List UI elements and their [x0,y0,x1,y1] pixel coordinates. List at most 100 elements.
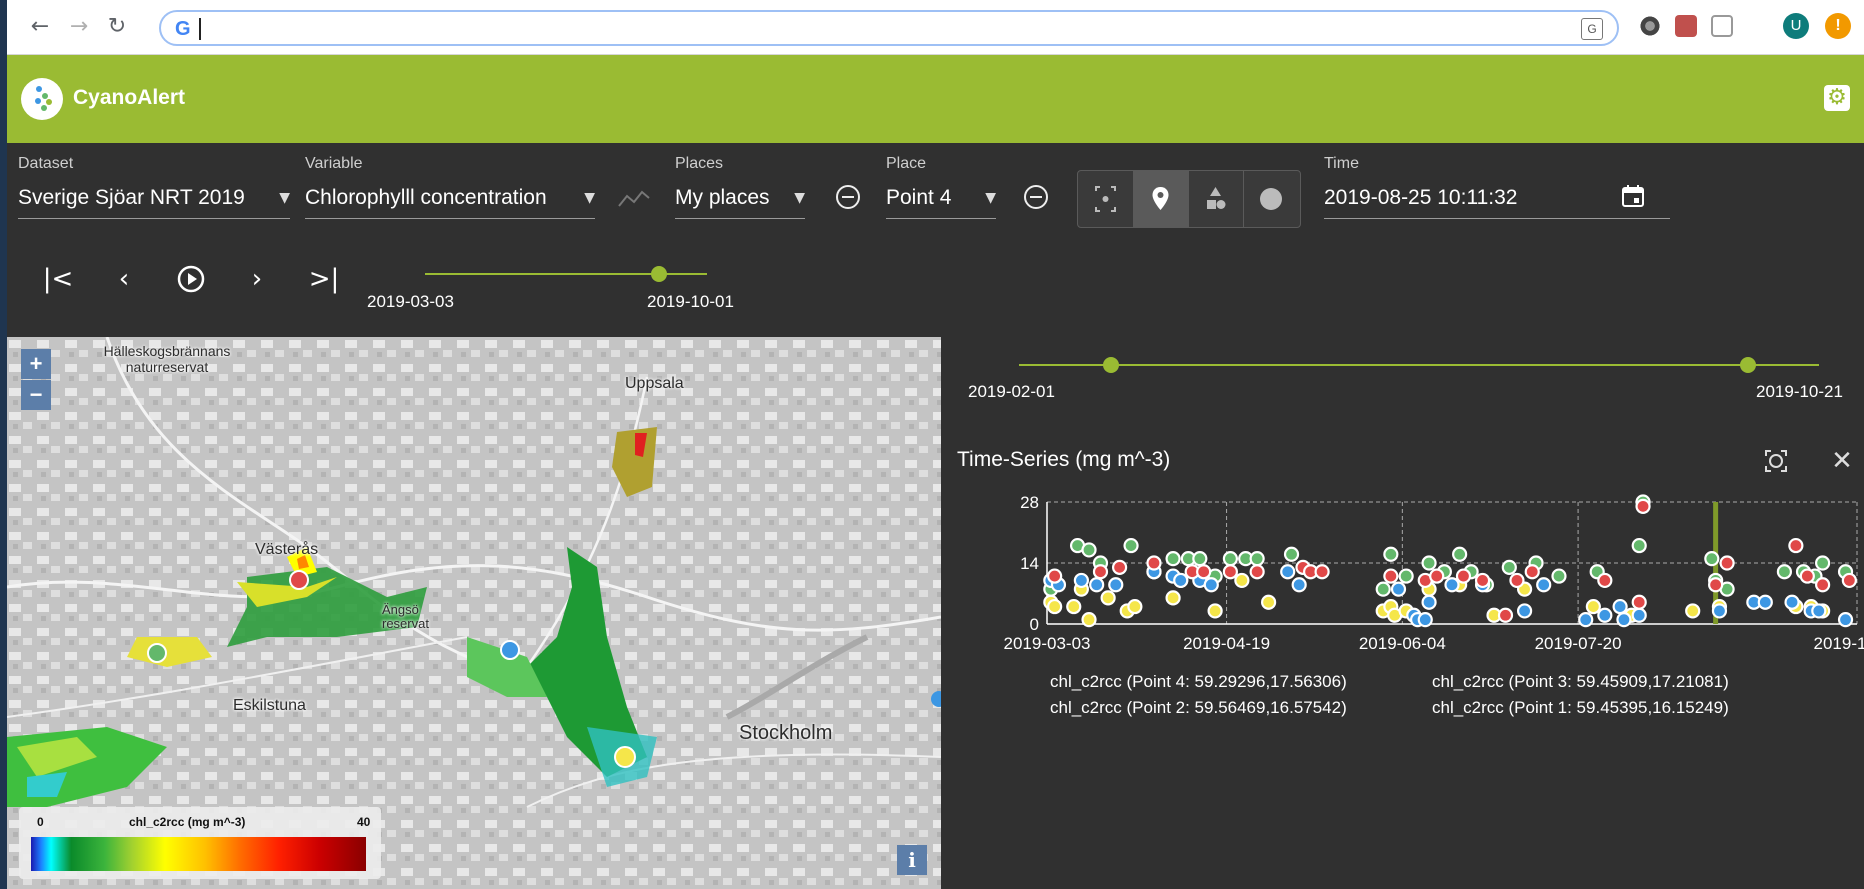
extension-puzzle-icon[interactable] [1711,15,1733,37]
data-point-series-2 [1165,551,1181,567]
data-point-series-4 [1383,568,1399,584]
data-point-series-3 [1421,594,1437,610]
arrow-left-icon[interactable]: ← [27,14,53,40]
legend-colorbar [31,837,366,871]
data-point-series-2 [1398,568,1414,584]
data-point-series-2 [1501,559,1517,575]
data-point-series-4 [1314,564,1330,580]
data-point-series-1 [1207,603,1223,619]
step-back-icon[interactable]: ‹ [107,262,141,296]
places-select[interactable]: My places ▼ [675,178,805,219]
info-button[interactable]: i [897,845,927,875]
data-point-series-3 [1390,581,1407,597]
reload-icon[interactable]: ↻ [104,14,130,40]
data-point-series-3 [1837,612,1854,628]
variable-label: Variable [305,155,363,172]
data-point-series-4 [1249,564,1265,580]
remove-place-icon[interactable] [1024,185,1048,209]
dropdown-arrow-icon: ▼ [584,190,595,206]
dataset-value: Sverige Sjöar NRT 2019 [18,186,245,209]
dropdown-arrow-icon: ▼ [794,190,805,206]
x-tick-label: 2019-04-19 [1183,634,1270,653]
point-marker-icon[interactable] [1133,171,1189,227]
data-point-series-4 [1429,568,1445,584]
legend-max: 40 [357,815,371,829]
map-label-vasteras: Västerås [255,541,319,558]
place-select[interactable]: Point 4 ▼ [886,178,996,219]
data-point-series-2 [1631,537,1647,554]
data-point-series-4 [1635,498,1651,514]
zoom-in-button[interactable]: + [21,349,51,379]
time-label: Time [1324,155,1359,172]
calendar-icon[interactable] [1620,183,1646,209]
play-icon[interactable] [174,262,208,296]
app-title: CyanoAlert [73,86,186,109]
range-slider-start-handle[interactable] [1103,357,1119,373]
arrow-right-icon[interactable]: → [66,14,92,40]
places-label: Places [675,155,724,172]
zoom-out-button[interactable]: − [21,380,51,410]
pdf-extension-icon[interactable] [1675,15,1697,37]
time-slider-handle[interactable] [651,266,668,282]
map-label-nature-reserve: Hälleskogsbrännans naturreservat [103,343,231,375]
data-point-series-2 [1383,546,1399,562]
address-bar[interactable]: G G [159,10,1619,46]
data-point-series-4 [1799,568,1815,584]
step-forward-icon[interactable]: › [240,262,274,296]
update-alert-icon[interactable]: ! [1825,13,1851,39]
places-value: My places [675,186,770,209]
time-series-chart-icon[interactable] [617,186,651,210]
map-label-eskilstuna: Eskilstuna [233,697,306,714]
color-legend: 0 chl_c2rcc (mg m^-3) 40 [19,807,381,879]
profile-avatar-icon[interactable]: U [1783,13,1809,39]
dataset-select[interactable]: Sverige Sjöar NRT 2019 ▼ [18,178,290,219]
data-point-series-2 [1776,564,1793,580]
time-series-chart[interactable]: 0 14 28 2019-03-03 2019-04-19 2019-06-04 2019-… [997,490,1864,660]
legend-series-point4: chl_c2rcc (Point 4: 59.29296,17.56306) [1050,672,1347,691]
data-point-series-3 [1073,572,1089,589]
data-point-series-4 [1497,607,1514,623]
range-slider-track[interactable] [1019,364,1819,366]
translate-icon[interactable]: G [1581,18,1603,40]
skip-last-icon[interactable]: >| [307,262,341,296]
data-point-series-2 [1283,546,1300,562]
data-point-series-1 [1585,598,1601,615]
zoom-to-fit-icon[interactable] [1763,448,1789,474]
circle-icon[interactable] [1243,171,1298,227]
time-input[interactable]: 2019-08-25 10:11:32 [1324,178,1670,219]
variable-select[interactable]: Chlorophylll concentration ▼ [305,178,595,219]
settings-gear-icon[interactable]: ⚙ [1824,85,1850,111]
place-value: Point 4 [886,186,952,209]
skip-first-icon[interactable]: |< [41,262,75,296]
data-point-series-3 [1757,594,1773,610]
data-point-series-3 [1784,594,1800,610]
remove-places-icon[interactable] [836,185,860,209]
data-point-series-4 [1841,572,1857,589]
data-point-series-1 [1685,603,1701,619]
x-tick-label: 2019-03-03 [1004,634,1091,653]
map-label-uppsala: Uppsala [625,375,684,392]
data-point-series-2 [1551,568,1567,584]
data-point-series-1 [1165,590,1181,606]
data-point-series-3 [1612,598,1628,615]
x-tick-label: 2019-10-01 [1814,634,1864,653]
variable-value: Chlorophylll concentration [305,186,547,209]
x-tick-label: 2019-07-20 [1535,634,1622,653]
shapes-icon[interactable] [1188,171,1244,227]
data-point-series-2 [1704,551,1720,567]
data-point-series-1 [1047,598,1063,615]
focus-icon[interactable] [1078,171,1134,227]
data-point-series-3 [1444,577,1460,593]
time-slider-end: 2019-10-01 [647,292,734,311]
data-point-series-2 [1222,551,1238,567]
map-view[interactable]: + − Hälleskogsbrännans naturreservat Upp… [7,337,941,889]
extension-circle-icon[interactable] [1639,15,1661,37]
range-slider-end-handle[interactable] [1740,357,1756,373]
data-point-series-4 [1509,572,1525,589]
time-series-title: Time-Series (mg m^-3) [957,448,1171,471]
close-icon[interactable]: ✕ [1829,448,1855,474]
data-point-series-1 [1261,594,1277,610]
dataset-label: Dataset [18,155,74,172]
data-point-series-3 [1578,612,1594,628]
data-point-series-4 [1047,568,1063,584]
